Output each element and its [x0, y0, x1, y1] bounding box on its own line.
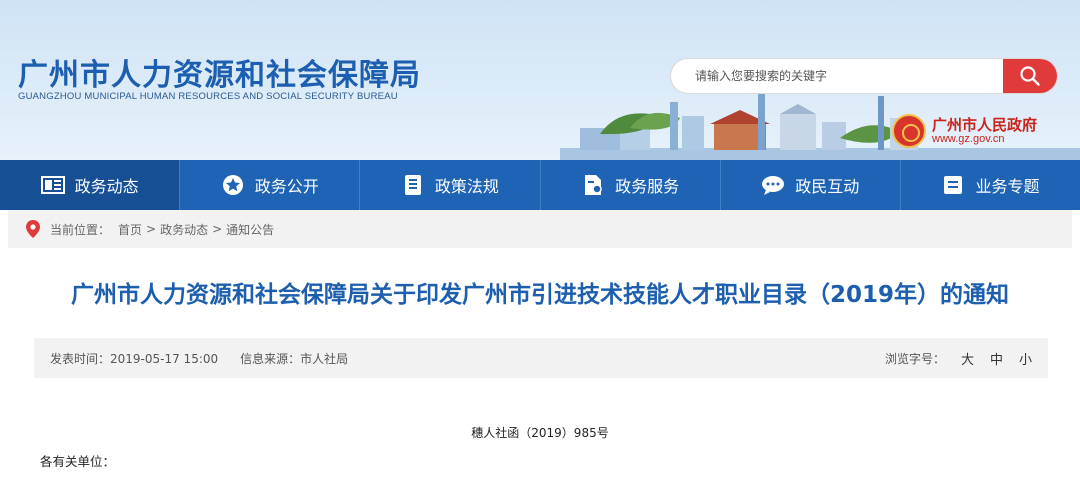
search-icon — [1020, 66, 1040, 86]
nav-label: 政务服务 — [615, 177, 680, 196]
nav-item-news[interactable]: 政务动态 — [0, 160, 181, 210]
font-size-medium[interactable]: 中 — [990, 349, 1003, 368]
site-title-english: GUANGZHOU MUNICIPAL HUMAN RESOURCES AND … — [18, 91, 398, 102]
font-size-small[interactable]: 小 — [1019, 349, 1032, 368]
star-icon — [221, 173, 245, 197]
site-title: 广州市人力资源和社会保障局 — [18, 58, 421, 93]
service-icon — [581, 173, 605, 197]
font-size-large[interactable]: 大 — [961, 349, 974, 368]
article-title: 广州市人力资源和社会保障局关于印发广州市引进技术技能人才职业目录（2019年）的… — [70, 282, 1009, 308]
nav-label: 政民互动 — [795, 177, 860, 196]
nav-label: 政务公开 — [254, 177, 319, 196]
salutation: 各有关单位： — [40, 454, 116, 469]
font-size-label: 浏览字号： — [884, 351, 945, 366]
main-nav: 政务动态 政务公开 政策法规 政务服务 政民互动 业务专题 — [0, 160, 1080, 210]
nav-label: 政策法规 — [434, 177, 499, 196]
nav-item-topics[interactable]: 业务专题 — [901, 160, 1080, 210]
document-number: 穗人社函（2019）985号 — [471, 426, 609, 440]
gov-name: 广州市人民政府 — [932, 115, 1038, 134]
location-pin-icon — [26, 220, 40, 238]
nav-item-policy[interactable]: 政策法规 — [360, 160, 541, 210]
breadcrumb-home[interactable]: 首页 — [118, 221, 142, 238]
list-icon — [941, 173, 965, 197]
breadcrumb-label: 当前位置： — [50, 222, 111, 237]
nav-item-interaction[interactable]: 政民互动 — [721, 160, 901, 210]
info-source: 信息来源：市人社局 — [240, 351, 349, 366]
document-icon — [401, 173, 425, 197]
font-size-selector: 浏览字号： 大 中 小 — [885, 338, 1032, 378]
news-icon — [40, 173, 65, 197]
nav-label: 政务动态 — [74, 177, 139, 196]
breadcrumb: 当前位置： 首页 > 政务动态 > 通知公告 — [8, 210, 1072, 248]
emblem-icon — [892, 114, 926, 148]
breadcrumb-notices[interactable]: 通知公告 — [226, 221, 274, 238]
publish-time: 发表时间：2019-05-17 15:00 — [50, 351, 219, 366]
chat-icon — [761, 173, 785, 197]
breadcrumb-separator: > — [212, 222, 223, 236]
breadcrumb-separator: > — [146, 222, 157, 236]
nav-item-service[interactable]: 政务服务 — [541, 160, 721, 210]
site-header: 广州市人力资源和社会保障局 GUANGZHOU MUNICIPAL HUMAN … — [0, 0, 1080, 160]
breadcrumb-news[interactable]: 政务动态 — [160, 221, 208, 238]
guangzhou-government-logo[interactable]: 广州市人民政府 www.gz.gov.cn — [892, 114, 1037, 148]
article-meta: 发表时间：2019-05-17 15:00 信息来源：市人社局 浏览字号： 大 … — [34, 338, 1048, 378]
nav-item-open[interactable]: 政务公开 — [180, 160, 361, 210]
gov-url: www.gz.gov.cn — [932, 133, 1005, 146]
nav-label: 业务专题 — [975, 177, 1040, 196]
